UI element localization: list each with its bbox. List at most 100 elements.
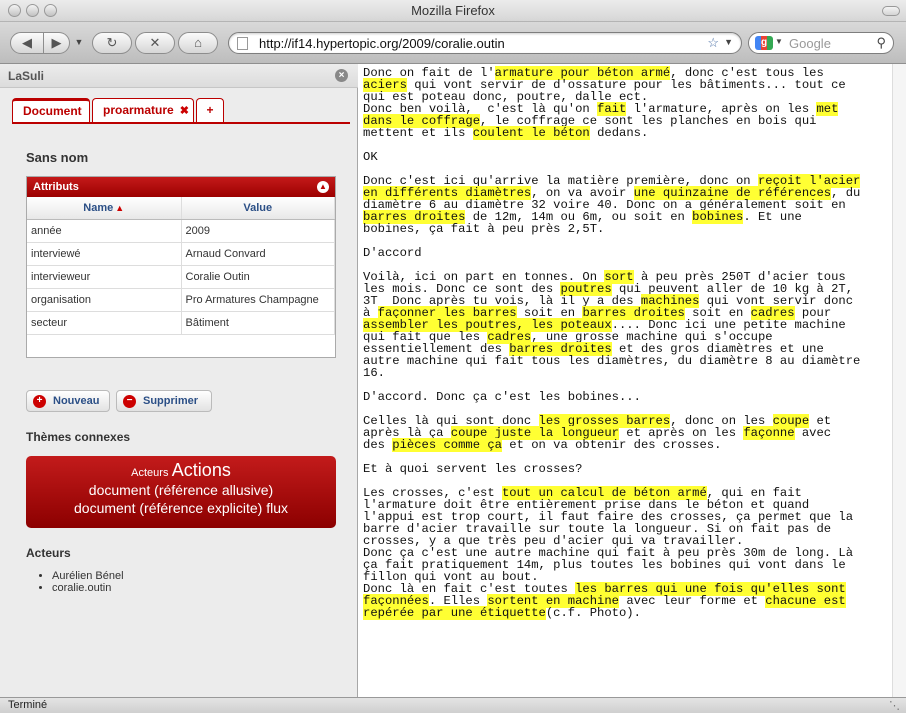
stop-icon: ✕ — [149, 35, 161, 50]
tag-explicite[interactable]: document (référence explicite) — [74, 500, 262, 516]
tag-allusive[interactable]: document (référence allusive) — [26, 481, 336, 499]
reload-icon: ↻ — [106, 35, 118, 50]
document-title: Sans nom — [26, 150, 89, 165]
tab-label: Document — [23, 104, 82, 118]
address-bar[interactable]: http://if14.hypertopic.org/2009/coralie.… — [228, 32, 742, 54]
new-attribute-button[interactable]: + Nouveau — [26, 390, 110, 412]
sidebar-header: LaSuli × — [0, 64, 358, 88]
list-item[interactable]: coralie.outin — [52, 582, 124, 594]
window-title: Mozilla Firefox — [411, 3, 495, 18]
name-column-header[interactable]: Name ▲ — [27, 197, 182, 220]
actors-list: Aurélien Bénel coralie.outin — [52, 570, 124, 594]
text-fragment: , qui en fait l'armature doit être entiè… — [363, 486, 854, 596]
google-engine-icon[interactable]: g — [755, 36, 773, 50]
attr-value[interactable]: Bâtiment — [181, 311, 335, 335]
sort-arrow-icon: ▲ — [115, 202, 125, 213]
collapse-icon[interactable]: ▲ — [317, 181, 329, 193]
zoom-window-button[interactable] — [44, 4, 57, 17]
attr-name: intervieweur — [27, 265, 182, 289]
history-dropdown-button[interactable]: ▼ — [72, 32, 86, 54]
minimize-window-button[interactable] — [26, 4, 39, 17]
delete-attribute-button[interactable]: − Supprimer — [116, 390, 212, 412]
text-fragment: D'accord — [363, 246, 422, 260]
attributes-header: Attributs ▲ — [27, 177, 335, 197]
chevron-down-icon: ▼ — [74, 37, 84, 47]
delete-button-label: Supprimer — [143, 395, 199, 407]
text-fragment: Et à quoi servent les crosses? — [363, 462, 583, 476]
interview-transcript: Donc on fait de l'armature pour béton ar… — [363, 66, 897, 631]
tab-document[interactable]: Document — [12, 98, 90, 123]
table-row[interactable]: interviewé Arnaud Convard — [27, 242, 335, 266]
resize-grip-icon[interactable]: ⋱ — [889, 699, 900, 712]
stop-button[interactable]: ✕ — [135, 32, 175, 54]
transcript-paragraph: Voilà, ici on part en tonnes. On sort à … — [363, 270, 897, 379]
vertical-scrollbar[interactable] — [892, 64, 906, 697]
table-row[interactable]: intervieweur Coralie Outin — [27, 265, 335, 289]
highlighted-fragment[interactable]: bobines — [692, 210, 744, 224]
tag-cloud: Acteurs Actions document (référence allu… — [26, 456, 336, 528]
transcript-paragraph: Les crosses, c'est tout un calcul de bét… — [363, 486, 897, 620]
forward-button[interactable]: ▶ — [44, 32, 70, 54]
text-fragment: dedans. — [589, 126, 649, 140]
value-column-header[interactable]: Value — [181, 197, 335, 220]
tab-label: proarmature — [103, 103, 174, 117]
document-panel: Sans nom Attributs ▲ Name ▲ Value année 20… — [12, 122, 350, 697]
highlighted-fragment[interactable]: pièces comme ça — [392, 438, 502, 452]
navigation-toolbar: ◀ ▶ ▼ ↻ ✕ ⌂ http://if14.hypertopic.org/2… — [0, 22, 906, 64]
table-row[interactable]: secteur Bâtiment — [27, 311, 335, 335]
attr-value[interactable]: Pro Armatures Champagne — [181, 288, 335, 312]
url-text[interactable]: http://if14.hypertopic.org/2009/coralie.… — [259, 36, 505, 51]
list-item[interactable]: Aurélien Bénel — [52, 570, 124, 582]
attributes-table: Name ▲ Value année 2009 interviewé Arnaud C… — [27, 197, 335, 335]
tab-proarmature[interactable]: proarmature ✖ — [92, 98, 194, 123]
attributes-box: Attributs ▲ Name ▲ Value année 2009 interv… — [26, 176, 336, 358]
sidebar: LaSuli × Document proarmature ✖ + Sans no… — [0, 64, 358, 697]
value-header-label: Value — [243, 201, 273, 214]
attr-name: année — [27, 219, 182, 243]
transcript-paragraph: Et à quoi servent les crosses? — [363, 463, 897, 475]
text-fragment: et on va obtenir des crosses. — [501, 438, 722, 452]
back-arrow-icon: ◀ — [22, 35, 32, 50]
search-icon[interactable]: ⚲ — [876, 35, 886, 51]
attr-value[interactable]: Arnaud Convard — [181, 242, 335, 266]
close-window-button[interactable] — [8, 4, 21, 17]
table-row[interactable]: année 2009 — [27, 219, 335, 243]
new-button-label: Nouveau — [53, 395, 100, 407]
document-content: Donc on fait de l'armature pour béton ar… — [359, 64, 906, 697]
tag-actions[interactable]: Actions — [172, 460, 231, 480]
bookmark-star-icon[interactable]: ☆ — [707, 35, 719, 51]
search-input[interactable]: Google — [789, 36, 831, 51]
table-row[interactable]: organisation Pro Armatures Champagne — [27, 288, 335, 312]
attr-value[interactable]: 2009 — [181, 219, 335, 243]
highlighted-fragment[interactable]: façonne — [743, 426, 795, 440]
attr-name: organisation — [27, 288, 182, 312]
attributes-title: Attributs — [33, 181, 79, 193]
text-fragment: OK — [363, 150, 378, 164]
tag-acteurs[interactable]: Acteurs — [131, 467, 168, 479]
transcript-paragraph: OK — [363, 151, 897, 163]
search-engine-dropdown-icon[interactable]: ▼ — [775, 37, 783, 46]
close-tab-icon[interactable]: ✖ — [180, 105, 189, 117]
page-icon — [237, 37, 248, 50]
reload-button[interactable]: ↻ — [92, 32, 132, 54]
status-text: Terminé — [8, 699, 48, 711]
search-bar[interactable]: g ▼ Google ⚲ — [748, 32, 894, 54]
url-history-dropdown-icon[interactable]: ▼ — [724, 37, 733, 47]
window-title-bar: Mozilla Firefox — [0, 0, 906, 22]
transcript-paragraph: D'accord. Donc ça c'est les bobines... — [363, 391, 897, 403]
related-themes-title: Thèmes connexes — [26, 430, 131, 444]
close-sidebar-icon[interactable]: × — [335, 69, 348, 82]
tag-flux[interactable]: flux — [266, 500, 288, 516]
home-button[interactable]: ⌂ — [178, 32, 218, 54]
tab-add[interactable]: + — [196, 98, 224, 123]
name-header-label: Name — [83, 201, 114, 214]
attr-value[interactable]: Coralie Outin — [181, 265, 335, 289]
text-fragment: avec leur forme et — [619, 594, 766, 608]
toolbar-toggle-button[interactable] — [882, 6, 900, 16]
highlighted-fragment[interactable]: coulent le béton — [472, 126, 590, 140]
transcript-paragraph: Donc on fait de l'armature pour béton ar… — [363, 66, 897, 140]
status-bar: Terminé ⋱ — [0, 697, 906, 713]
attr-name: interviewé — [27, 242, 182, 266]
back-button[interactable]: ◀ — [10, 32, 44, 54]
transcript-paragraph: Celles là qui sont donc les grosses barr… — [363, 414, 897, 452]
